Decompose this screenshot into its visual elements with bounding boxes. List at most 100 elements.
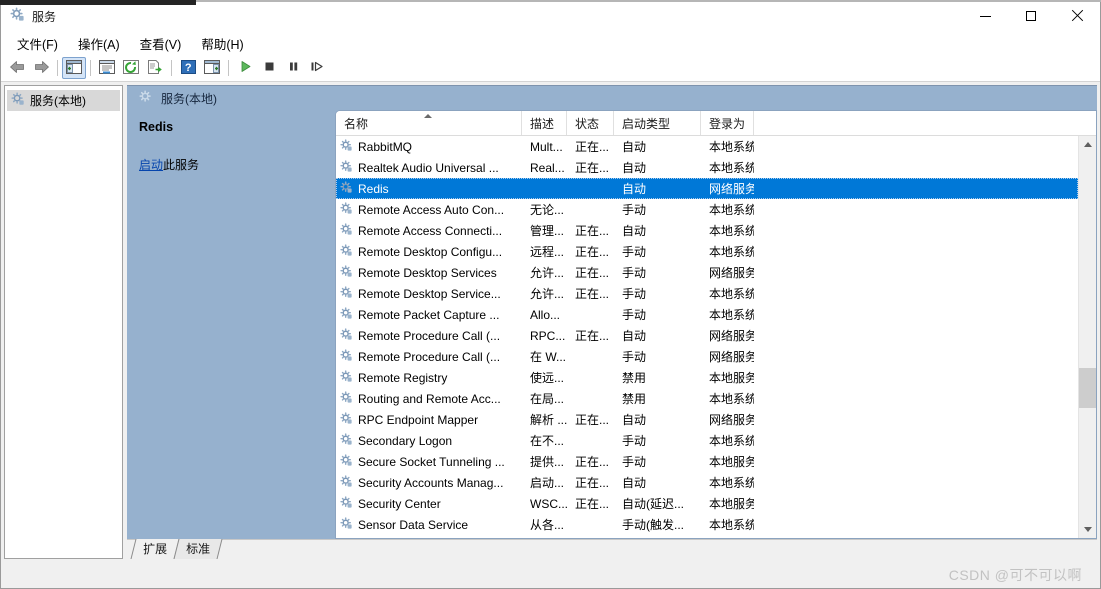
toolbar-start-service[interactable]	[233, 57, 257, 79]
column-header-startup-type[interactable]: 启动类型	[614, 111, 701, 135]
table-row[interactable]: Security Center WSC... 正在... 自动(延迟... 本地服务	[336, 493, 1078, 514]
services-gear-icon	[340, 201, 353, 218]
close-button[interactable]	[1054, 1, 1100, 31]
cell-service-name: Remote Access Connecti...	[336, 222, 522, 239]
toolbar-restart-service[interactable]	[305, 57, 329, 79]
service-name-label: Secure Socket Tunneling ...	[358, 454, 505, 469]
properties-icon	[99, 59, 115, 77]
restart-icon	[310, 60, 324, 76]
table-row[interactable]: Remote Registry 使远... 禁用 本地服务	[336, 367, 1078, 388]
table-row[interactable]: Remote Desktop Services 允许... 正在... 手动 网络服务	[336, 262, 1078, 283]
content-area: 服务(本地) 服务(本地) Redis 启动此服务 名称 描述 状态 启动类型 …	[1, 82, 1100, 562]
toolbar-forward[interactable]	[29, 57, 53, 79]
table-row[interactable]: Remote Procedure Call (... RPC... 正在... 自动 网…	[336, 325, 1078, 346]
services-list-panel: 名称 描述 状态 启动类型 登录为 RabbitMQ Mult... 正在...…	[335, 110, 1097, 539]
services-gear-icon	[340, 516, 353, 533]
column-header-description[interactable]: 描述	[522, 111, 567, 135]
services-gear-icon	[340, 285, 353, 302]
cell-description: Real...	[530, 160, 565, 175]
toolbar-back[interactable]	[5, 57, 29, 79]
cell-description: 允许...	[530, 287, 565, 301]
minimize-button[interactable]	[962, 1, 1008, 31]
maximize-button[interactable]	[1008, 1, 1054, 31]
column-header-description-label: 描述	[530, 116, 555, 131]
scrollbar-thumb[interactable]	[1079, 368, 1096, 408]
cell-startup-type: 手动	[622, 455, 647, 469]
table-row[interactable]: Sensor Data Service 从各... 手动(触发... 本地系统	[336, 514, 1078, 535]
cell-service-name: Remote Desktop Services	[336, 264, 522, 281]
cell-description: 在局...	[530, 392, 565, 406]
toolbar-refresh[interactable]	[119, 57, 143, 79]
toolbar-properties[interactable]	[95, 57, 119, 79]
cell-startup-type: 手动(触发...	[622, 518, 684, 532]
menu-file[interactable]: 文件(F)	[7, 31, 68, 56]
window-title: 服务	[32, 9, 57, 24]
table-row[interactable]: Secondary Logon 在不... 手动 本地系统	[336, 430, 1078, 451]
column-header-status[interactable]: 状态	[567, 111, 614, 135]
column-header-name-label: 名称	[344, 116, 369, 131]
scroll-up-button[interactable]	[1079, 136, 1096, 153]
service-name-label: Remote Desktop Service...	[358, 286, 501, 301]
table-row[interactable]: Remote Desktop Configu... 远程... 正在... 手动 本地系…	[336, 241, 1078, 262]
cell-description: 允许...	[530, 266, 565, 280]
status-bar: CSDN @可不可以啊	[1, 562, 1100, 588]
sidebar-item-services-local[interactable]: 服务(本地)	[7, 90, 120, 111]
table-row[interactable]: Remote Desktop Service... 允许... 正在... 手动 本地系…	[336, 283, 1078, 304]
column-header-logon-as[interactable]: 登录为	[701, 111, 754, 135]
window-controls	[962, 1, 1100, 31]
scroll-down-button[interactable]	[1079, 521, 1096, 538]
table-row[interactable]: Routing and Remote Acc... 在局... 禁用 本地系统	[336, 388, 1078, 409]
cell-service-name: Sensor Data Service	[336, 516, 522, 533]
toolbar-separator	[90, 60, 91, 76]
table-row[interactable]: Redis 自动 网络服务	[336, 178, 1078, 199]
services-gear-icon	[340, 474, 353, 491]
mmc-header-title: 服务(本地)	[161, 91, 217, 106]
scrollbar-track[interactable]	[1079, 153, 1096, 521]
table-row[interactable]: Sensor Monitoring Service监视... 手动(触发...本地…	[336, 535, 1078, 538]
cell-service-name: Security Center	[336, 495, 522, 512]
menu-help[interactable]: 帮助(H)	[191, 31, 253, 56]
title-bar: 服务	[1, 1, 1100, 31]
service-name-label: RabbitMQ	[358, 139, 413, 154]
cell-logon-as: 本地系统	[709, 140, 754, 154]
tab-extended-label: 扩展	[143, 542, 168, 556]
table-row[interactable]: Realtek Audio Universal ... Real... 正在... 自…	[336, 157, 1078, 178]
minimize-icon	[979, 15, 991, 17]
table-row[interactable]: Security Accounts Manag... 启动... 正在... 自动 本地…	[336, 472, 1078, 493]
toolbar-help[interactable]: ?	[176, 57, 200, 79]
menu-view[interactable]: 查看(V)	[130, 31, 192, 56]
menu-action[interactable]: 操作(A)	[68, 31, 130, 56]
toolbar-export-list[interactable]	[143, 57, 167, 79]
column-header-logon-as-label: 登录为	[709, 116, 746, 131]
table-row[interactable]: Remote Packet Capture ... Allo... 手动 本地系统	[336, 304, 1078, 325]
toolbar-show-action-pane[interactable]	[200, 57, 224, 79]
table-row[interactable]: Remote Access Connecti... 管理... 正在... 自动 本地系…	[336, 220, 1078, 241]
toolbar-separator	[171, 60, 172, 76]
toolbar-stop-service[interactable]	[257, 57, 281, 79]
vertical-scrollbar[interactable]	[1078, 136, 1096, 538]
list-body: RabbitMQ Mult... 正在... 自动 本地系统 Realtek Audio …	[336, 136, 1096, 538]
cell-logon-as: 本地系统	[709, 203, 754, 217]
cell-service-name: Remote Packet Capture ...	[336, 306, 522, 323]
cell-description: 启动...	[530, 476, 565, 490]
close-icon	[1071, 10, 1083, 22]
cell-logon-as: 本地服务	[709, 497, 754, 511]
cell-description: 从各...	[530, 518, 565, 532]
service-name-label: Remote Desktop Services	[358, 265, 497, 280]
toolbar-pause-service[interactable]	[281, 57, 305, 79]
cell-status: 正在...	[575, 161, 610, 175]
table-row[interactable]: RabbitMQ Mult... 正在... 自动 本地系统	[336, 136, 1078, 157]
table-row[interactable]: Remote Procedure Call (... 在 W... 手动 网络服务	[336, 346, 1078, 367]
services-gear-icon	[11, 92, 25, 109]
table-row[interactable]: RPC Endpoint Mapper 解析 ... 正在... 自动 网络服务	[336, 409, 1078, 430]
table-row[interactable]: Remote Access Auto Con... 无论... 手动 本地系统	[336, 199, 1078, 220]
start-service-link[interactable]: 启动	[139, 158, 163, 172]
column-header-name[interactable]: 名称	[336, 111, 522, 135]
tab-standard[interactable]: 标准	[173, 539, 223, 559]
table-row[interactable]: Secure Socket Tunneling ... 提供... 正在... 手动 本…	[336, 451, 1078, 472]
toolbar-show-hide-tree[interactable]	[62, 57, 86, 79]
tab-extended[interactable]: 扩展	[130, 539, 180, 559]
services-gear-icon	[10, 7, 25, 25]
service-name-label: Routing and Remote Acc...	[358, 391, 501, 406]
cell-status: 正在...	[575, 329, 610, 343]
